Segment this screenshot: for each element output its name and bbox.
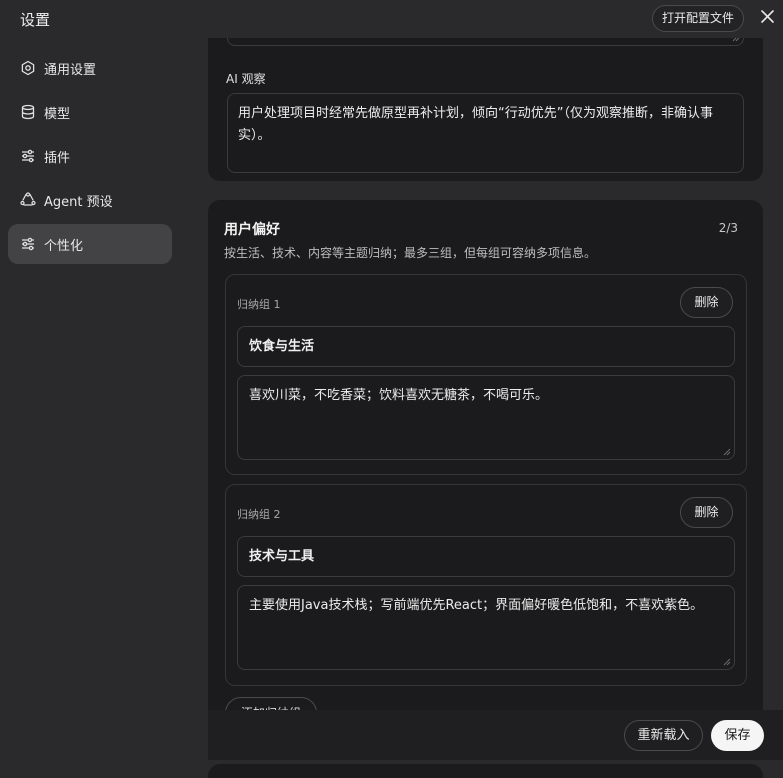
- group-name-input[interactable]: 饮食与生活: [237, 326, 735, 367]
- next-card: [208, 764, 763, 778]
- open-config-button[interactable]: 打开配置文件: [652, 5, 745, 32]
- group-label: 归纳组 2: [237, 508, 281, 521]
- save-button[interactable]: 保存: [711, 720, 764, 751]
- delete-group-button[interactable]: 删除: [680, 497, 733, 528]
- sidebar-item-label: 通用设置: [44, 62, 97, 78]
- sliders-icon: [20, 148, 36, 164]
- resize-grip-icon[interactable]: [723, 658, 731, 666]
- preferences-description: 按生活、技术、内容等主题归纳；最多三组，但每组可容纳多项信息。: [224, 246, 597, 260]
- sidebar-item-label: 插件: [44, 150, 71, 166]
- window-title: 设置: [20, 11, 51, 29]
- sidebar-item-label: Agent 预设: [44, 194, 113, 210]
- sidebar-item-label: 个性化: [44, 238, 84, 254]
- observation-card: AI 观察 用户处理项目时经常先做原型再补计划，倾向“行动优先”（仅为观察推断，…: [208, 38, 763, 181]
- reload-button[interactable]: 重新载入: [624, 720, 703, 751]
- close-icon[interactable]: [758, 7, 778, 27]
- ai-observation-label: AI 观察: [226, 72, 266, 86]
- settings-content[interactable]: AI 观察 用户处理项目时经常先做原型再补计划，倾向“行动优先”（仅为观察推断，…: [208, 38, 764, 778]
- group-label: 归纳组 1: [237, 298, 281, 311]
- preference-group: 归纳组 1 删除 饮食与生活 喜欢川菜，不吃香菜；饮料喜欢无糖茶，不喝可乐。: [225, 274, 747, 475]
- group-name-input[interactable]: 技术与工具: [237, 536, 735, 577]
- group-text-field[interactable]: 主要使用Java技术栈；写前端优先React；界面偏好暖色低饱和，不喜欢紫色。: [237, 585, 735, 670]
- database-icon: [20, 104, 36, 120]
- preferences-card: 用户偏好 2/3 按生活、技术、内容等主题归纳；最多三组，但每组可容纳多项信息。…: [208, 200, 763, 729]
- sidebar-item-agent-presets[interactable]: Agent 预设: [8, 180, 172, 220]
- sidebar: 通用设置 模型 插件 Agent 预设 个性化: [8, 48, 172, 268]
- group-text-field[interactable]: 喜欢川菜，不吃香菜；饮料喜欢无糖茶，不喝可乐。: [237, 375, 735, 460]
- sidebar-item-general[interactable]: 通用设置: [8, 48, 172, 88]
- sliders-icon: [20, 236, 36, 252]
- delete-group-button[interactable]: 删除: [680, 287, 733, 318]
- gear-icon: [20, 60, 36, 76]
- sidebar-item-personalization[interactable]: 个性化: [8, 224, 172, 264]
- resize-grip-icon[interactable]: [723, 448, 731, 456]
- sidebar-item-models[interactable]: 模型: [8, 92, 172, 132]
- group-count: 2/3: [718, 221, 738, 235]
- resize-grip-icon[interactable]: [732, 38, 740, 42]
- ai-observation-field[interactable]: 用户处理项目时经常先做原型再补计划，倾向“行动优先”（仅为观察推断，非确认事实）…: [227, 93, 744, 173]
- preference-group: 归纳组 2 删除 技术与工具 主要使用Java技术栈；写前端优先React；界面…: [225, 484, 747, 686]
- group-text: 主要使用Java技术栈；写前端优先React；界面偏好暖色低饱和，不喜欢紫色。: [249, 598, 704, 613]
- sidebar-item-plugins[interactable]: 插件: [8, 136, 172, 176]
- previous-textarea[interactable]: [227, 38, 744, 46]
- preferences-title: 用户偏好: [224, 222, 280, 238]
- group-text: 喜欢川菜，不吃香菜；饮料喜欢无糖茶，不喝可乐。: [249, 388, 549, 403]
- sidebar-item-label: 模型: [44, 106, 71, 122]
- recycle-icon: [20, 192, 36, 208]
- title-bar: 设置 打开配置文件: [0, 0, 783, 38]
